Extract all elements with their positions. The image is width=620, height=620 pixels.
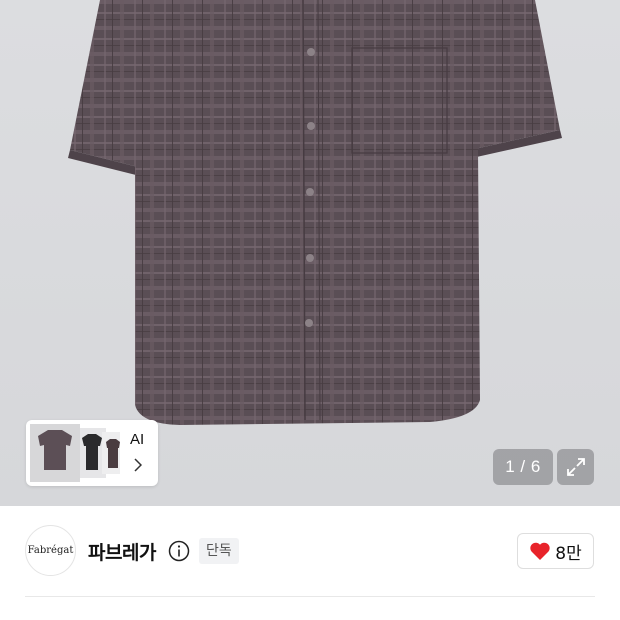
like-button[interactable]: 8만 [517,533,594,569]
ai-label: AI [130,431,145,448]
image-counter: 1 / 6 [493,449,553,485]
chevron-right-icon [134,458,142,472]
product-image-gallery[interactable]: AI 1 / 6 [0,0,620,506]
brand-row: Fabrégat 파브레가 단독 8만 [0,506,620,598]
info-icon[interactable] [168,540,190,562]
brand-name[interactable]: 파브레가 [88,538,156,565]
ai-thumbnails [30,424,120,482]
divider [25,596,595,597]
exclusive-badge: 단독 [199,538,239,564]
expand-button[interactable] [557,449,594,485]
heart-icon [530,542,550,560]
brand-logo[interactable]: Fabrégat [25,525,76,576]
brand-logo-text: Fabrégat [27,545,74,556]
expand-icon [566,458,585,476]
like-count: 8만 [555,543,582,564]
ai-styling-card[interactable]: AI [26,420,158,486]
